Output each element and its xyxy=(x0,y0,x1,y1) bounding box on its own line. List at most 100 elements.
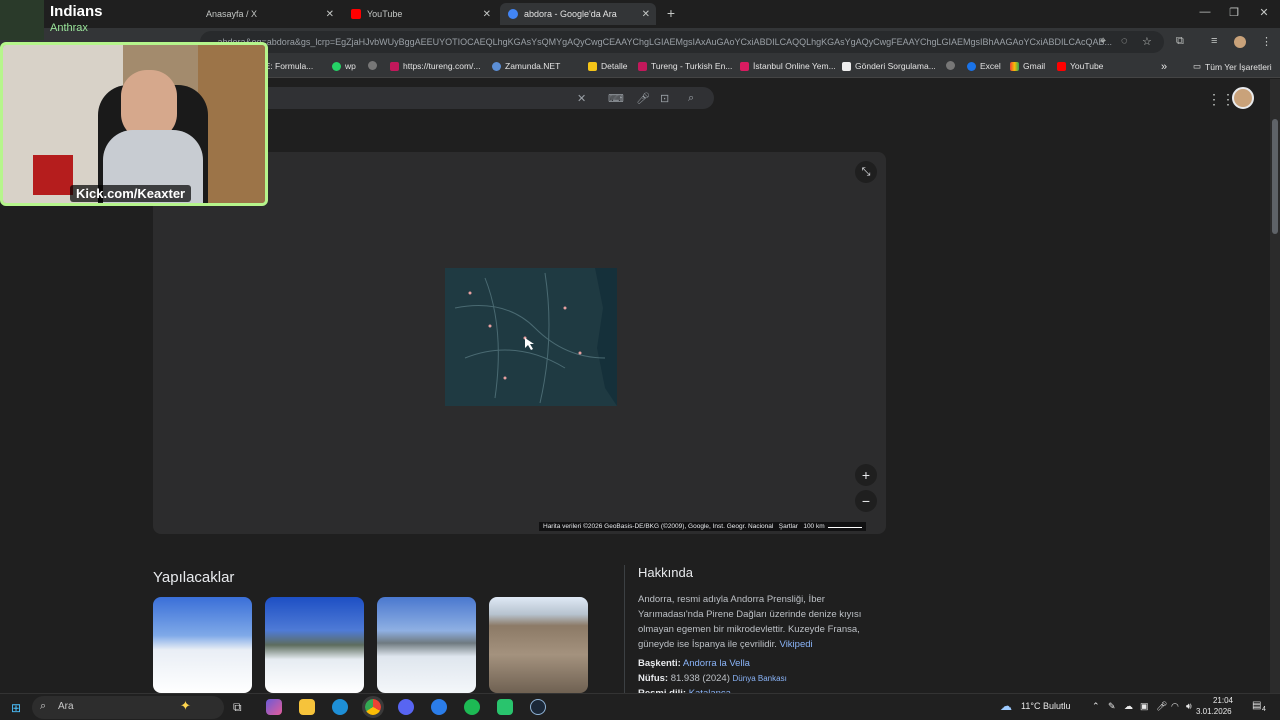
things-to-do-image[interactable] xyxy=(489,597,588,693)
map-panel[interactable]: ⤡ + − Harita verileri ©2026 GeoBasis-DE/… xyxy=(153,152,886,534)
address-bar[interactable]: ...abdora&oq=abdora&gs_lcrp=EgZjaHJvbWUy… xyxy=(200,31,1164,53)
scale-bar xyxy=(828,527,863,528)
copilot-icon[interactable] xyxy=(266,699,282,715)
extensions-icon[interactable]: ⧉ xyxy=(1176,35,1184,48)
zoom-out-button[interactable]: − xyxy=(855,490,877,512)
capital-link[interactable]: Andorra la Vella xyxy=(683,658,750,669)
terms-link[interactable]: Şartlar xyxy=(779,523,798,530)
population-fact: Nüfus: 81.938 (2024) Dünya Bankası xyxy=(638,673,787,684)
wikipedia-link[interactable]: Vikipedi xyxy=(780,639,813,650)
cargo-icon xyxy=(842,61,851,71)
spotify-icon[interactable] xyxy=(464,699,480,715)
volume-icon[interactable]: 🔊︎ xyxy=(1186,701,1192,712)
menu-icon[interactable]: ⋮ xyxy=(1261,35,1272,48)
things-to-do-title: Yapılacaklar xyxy=(153,569,235,586)
bookmark-item[interactable]: Tureng - Turkish En... xyxy=(638,61,732,71)
chevron-up-icon[interactable]: ⌃ xyxy=(1092,701,1100,712)
tab-google-search[interactable]: abdora - Google'da Ara ✕ xyxy=(500,3,656,25)
stream-channel-label: Kick.com/Keaxter xyxy=(70,185,192,202)
webcam-feed xyxy=(0,42,268,206)
all-bookmarks-folder[interactable]: ▭ Tüm Yer İşaretleri xyxy=(1193,61,1272,72)
clock-date[interactable]: 3.01.2026 xyxy=(1196,707,1232,716)
notification-icon[interactable]: ▤ xyxy=(1252,700,1261,711)
edge-icon[interactable] xyxy=(332,699,348,715)
clock-time[interactable]: 21:04 xyxy=(1207,696,1233,705)
excel-icon xyxy=(967,61,976,71)
bookmark-item[interactable] xyxy=(368,61,381,70)
new-tab-button[interactable]: + xyxy=(656,5,686,21)
windows-start-icon[interactable]: ⊞ xyxy=(11,701,21,715)
scale-label: 100 km xyxy=(803,523,825,530)
yemeksepeti-icon xyxy=(740,61,749,71)
things-to-do-image[interactable] xyxy=(265,597,364,693)
microphone-icon[interactable]: 🎤︎ xyxy=(636,92,650,105)
taskbar-search-input[interactable]: ⌕ Ara ✦ xyxy=(32,696,224,719)
map-attribution: Harita verileri ©2026 GeoBasis-DE/BKG (©… xyxy=(539,522,867,531)
notification-count: 4 xyxy=(1262,706,1266,713)
chevron-right-icon[interactable]: » xyxy=(1161,61,1167,73)
bookmark-item[interactable]: Gmail xyxy=(1010,61,1045,71)
close-icon[interactable]: ✕ xyxy=(642,9,650,20)
star-icon[interactable]: ☆ xyxy=(1142,35,1152,48)
map-roads xyxy=(454,268,617,406)
file-explorer-icon[interactable] xyxy=(299,699,315,715)
gmail-icon xyxy=(1010,61,1019,71)
battlenet-icon[interactable] xyxy=(431,699,447,715)
capital-fact: Başkenti: Andorra la Vella xyxy=(638,658,750,669)
bookmark-item[interactable]: Detalle xyxy=(588,61,627,71)
apps-grid-icon[interactable]: ⋮⋮ xyxy=(1207,91,1235,108)
about-title: Hakkında xyxy=(638,565,693,580)
location-icon[interactable]: ⌖ xyxy=(1100,35,1106,48)
things-to-do-image[interactable] xyxy=(377,597,476,693)
discord-icon[interactable] xyxy=(398,699,414,715)
about-panel: Hakkında Andorra, resmi adıyla Andorra P… xyxy=(638,565,878,701)
reading-list-icon[interactable]: ≡ xyxy=(1211,35,1217,47)
restore-icon[interactable]: ❐ xyxy=(1219,6,1249,19)
scrollbar-thumb[interactable] xyxy=(1272,119,1278,234)
page-scrollbar[interactable] xyxy=(1270,79,1280,693)
weather-text[interactable]: 11°C Bulutlu xyxy=(1021,701,1070,711)
wifi-icon[interactable]: ◠ xyxy=(1171,701,1179,712)
zoom-in-button[interactable]: + xyxy=(855,464,877,486)
kick-icon[interactable] xyxy=(497,699,513,715)
now-playing-artist: Anthrax xyxy=(50,22,88,34)
bookmark-item[interactable]: YouTube xyxy=(1057,61,1103,71)
bookmark-item[interactable]: https://tureng.com/... xyxy=(390,61,480,71)
things-to-do-image[interactable] xyxy=(153,597,252,693)
copilot-sparkle-icon: ✦ xyxy=(180,698,191,713)
search-input[interactable]: ✕ ⌨ 🎤︎ ⊡ ⌕ xyxy=(200,87,714,109)
bookmark-item[interactable] xyxy=(946,61,959,70)
whatsapp-icon xyxy=(332,61,341,71)
folder-icon: ▭ xyxy=(1193,61,1202,71)
meet-icon[interactable]: ▣ xyxy=(1140,701,1149,712)
bookmark-item[interactable]: Excel xyxy=(967,61,1001,71)
task-view-icon[interactable]: ⧉ xyxy=(233,700,242,715)
keyboard-icon[interactable]: ⌨ xyxy=(608,92,624,105)
eye-off-icon[interactable]: ◌ xyxy=(1121,35,1128,47)
map-tile[interactable] xyxy=(445,268,617,406)
chrome-icon[interactable] xyxy=(362,696,384,718)
minimize-icon[interactable]: — xyxy=(1190,6,1220,18)
bookmark-item[interactable]: wp xyxy=(332,61,356,71)
search-icon[interactable]: ⌕ xyxy=(688,92,694,105)
youtube-icon xyxy=(1057,61,1066,71)
tab-youtube[interactable]: YouTube ✕ xyxy=(343,3,497,25)
population-source-link[interactable]: Dünya Bankası xyxy=(733,674,787,683)
close-window-icon[interactable]: ✕ xyxy=(1249,6,1279,19)
lens-icon[interactable]: ⊡ xyxy=(660,92,669,105)
steam-icon[interactable] xyxy=(530,699,546,715)
bookmark-item[interactable]: Gönderi Sorgulama... xyxy=(842,61,936,71)
close-icon[interactable]: ✕ xyxy=(483,9,491,20)
microphone-icon[interactable]: 🎤︎ xyxy=(1156,701,1167,712)
profile-avatar[interactable] xyxy=(1234,36,1246,48)
clear-icon[interactable]: ✕ xyxy=(577,92,586,105)
collapse-map-icon[interactable]: ⤡ xyxy=(855,161,877,183)
bookmark-item[interactable]: Zamunda.NET xyxy=(492,61,560,71)
cloud-icon[interactable]: ☁ xyxy=(1124,701,1133,712)
youtube-icon xyxy=(351,9,361,19)
pen-icon[interactable]: ✎ xyxy=(1108,701,1116,712)
account-avatar[interactable] xyxy=(1232,87,1254,109)
close-icon[interactable]: ✕ xyxy=(326,9,334,20)
url-text: ...abdora&oq=abdora&gs_lcrp=EgZjaHJvbWUy… xyxy=(210,37,1113,47)
bookmark-item[interactable]: İstanbul Online Yem... xyxy=(740,61,836,71)
